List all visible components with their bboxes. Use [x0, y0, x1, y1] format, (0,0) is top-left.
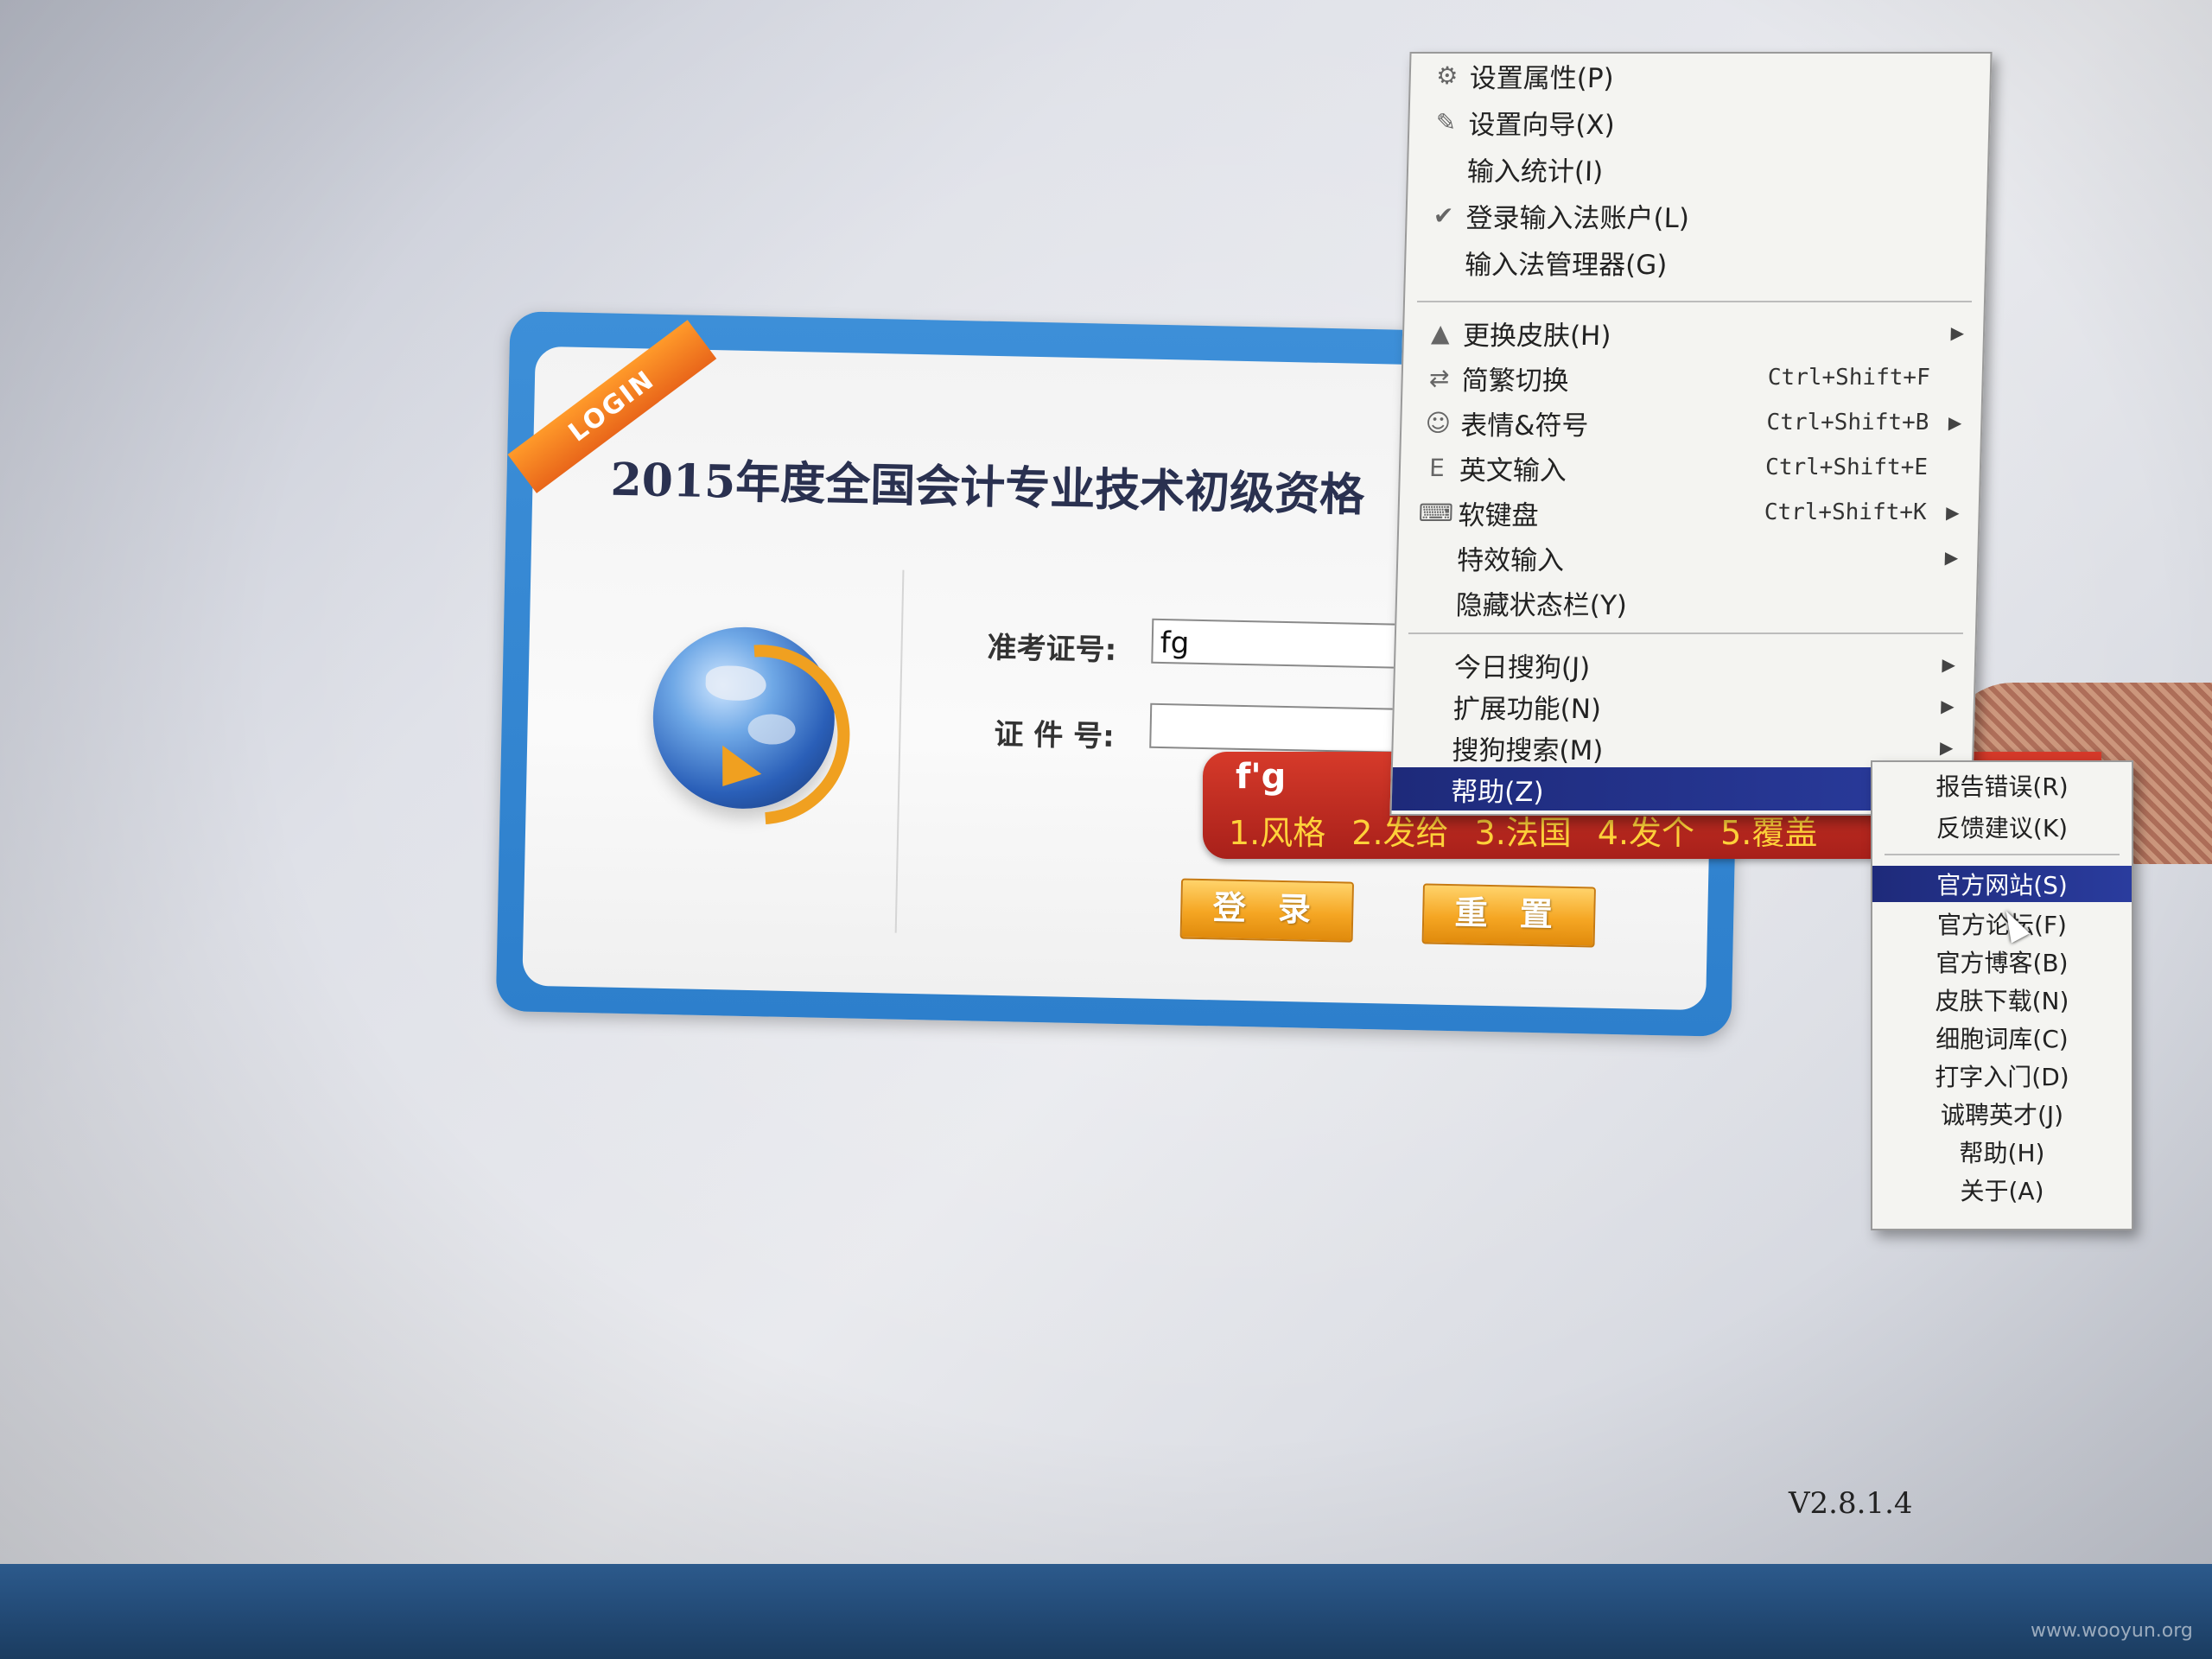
menu-item-settings[interactable]: ⚙ 设置属性(P) — [1410, 54, 1990, 97]
globe-icon — [632, 607, 887, 862]
skin-icon: ▲ — [1430, 318, 1451, 347]
ime-context-menu: ⚙ 设置属性(P) ✎ 设置向导(X) 输入统计(I) ✔ 登录输入法账户(L)… — [1389, 52, 1993, 816]
chevron-right-icon: ▶ — [1942, 654, 1956, 675]
gear-icon: ⚙ — [1435, 60, 1459, 90]
english-icon: E — [1428, 453, 1446, 482]
watermark: www.wooyun.org — [2031, 1620, 2193, 1642]
exam-title: 2015年度全国会计专业技术初级资格 — [609, 453, 1365, 522]
chevron-right-icon: ▶ — [1948, 412, 1962, 433]
submenu-item-careers[interactable]: 诚聘英才(J) — [1872, 1096, 2132, 1132]
menu-separator — [1416, 301, 1973, 302]
wand-icon: ✎ — [1435, 107, 1457, 137]
submenu-item-report-error[interactable]: 报告错误(R) — [1872, 767, 2132, 804]
chevron-right-icon: ▶ — [1950, 322, 1965, 343]
smiley-icon: ☺ — [1425, 408, 1452, 437]
switch-icon: ⇄ — [1428, 363, 1450, 392]
menu-item-english-input[interactable]: E 英文输入 Ctrl+Shift+E — [1400, 446, 1980, 489]
menu-item-hide-statusbar[interactable]: 隐藏状态栏(Y) — [1396, 581, 1976, 624]
submenu-item-cell-dictionary[interactable]: 细胞词库(C) — [1872, 1020, 2132, 1056]
chevron-right-icon: ▶ — [1939, 737, 1954, 758]
keyboard-icon: ⌨ — [1418, 498, 1454, 527]
menu-item-today-sogou[interactable]: 今日搜狗(J) ▶ — [1395, 643, 1974, 686]
menu-item-soft-keyboard[interactable]: ⌨ 软键盘 Ctrl+Shift+K ▶ — [1399, 491, 1979, 534]
submenu-item-skin-download[interactable]: 皮肤下载(N) — [1872, 982, 2132, 1018]
ime-candidate[interactable]: 1.风格 — [1229, 806, 1325, 854]
menu-item-effects-input[interactable]: 特效输入 ▶ — [1398, 536, 1978, 579]
chevron-right-icon: ▶ — [1945, 502, 1960, 523]
login-button[interactable]: 登 录 — [1179, 878, 1355, 943]
reset-button[interactable]: 重 置 — [1421, 883, 1596, 948]
menu-item-ime-manager[interactable]: 输入法管理器(G) — [1406, 240, 1986, 283]
panel-divider — [894, 569, 905, 933]
submenu-item-feedback[interactable]: 反馈建议(K) — [1872, 809, 2132, 845]
id-number-input[interactable] — [1149, 702, 1410, 753]
submenu-item-official-site[interactable]: 官方网站(S) — [1872, 866, 2132, 902]
chevron-right-icon: ▶ — [1944, 547, 1959, 568]
submenu-item-official-blog[interactable]: 官方博客(B) — [1872, 944, 2132, 980]
menu-item-extensions[interactable]: 扩展功能(N) ▶ — [1394, 684, 1974, 728]
check-circle-icon: ✔ — [1433, 200, 1454, 230]
ime-composition: f'g — [1236, 757, 1287, 797]
chevron-right-icon: ▶ — [1941, 696, 1955, 716]
menu-item-login-account[interactable]: ✔ 登录输入法账户(L) — [1407, 194, 1986, 237]
version-label: V2.8.1.4 — [1789, 1486, 1913, 1521]
submenu-item-about[interactable]: 关于(A) — [1872, 1172, 2132, 1208]
ticket-number-label: 准考证号: — [987, 630, 1117, 668]
submenu-item-help[interactable]: 帮助(H) — [1872, 1134, 2132, 1170]
menu-separator — [1885, 854, 2120, 855]
menu-separator — [1408, 632, 1963, 634]
menu-item-simplified-traditional[interactable]: ⇄ 简繁切换 Ctrl+Shift+F — [1402, 356, 1982, 399]
menu-item-emoji-symbols[interactable]: ☺ 表情&符号 Ctrl+Shift+B ▶ — [1402, 401, 1981, 444]
id-number-label: 证 件 号: — [994, 716, 1116, 754]
taskbar — [0, 1564, 2212, 1659]
help-submenu: 报告错误(R) 反馈建议(K) 官方网站(S) 官方论坛(F) 官方博客(B) … — [1871, 760, 2133, 1230]
menu-item-setup-wizard[interactable]: ✎ 设置向导(X) — [1409, 100, 1989, 143]
menu-item-change-skin[interactable]: ▲ 更换皮肤(H) ▶ — [1403, 311, 1983, 354]
menu-item-input-stats[interactable]: 输入统计(I) — [1408, 147, 1987, 190]
submenu-item-typing-intro[interactable]: 打字入门(D) — [1872, 1058, 2132, 1094]
ticket-number-input[interactable]: fg — [1151, 618, 1412, 670]
